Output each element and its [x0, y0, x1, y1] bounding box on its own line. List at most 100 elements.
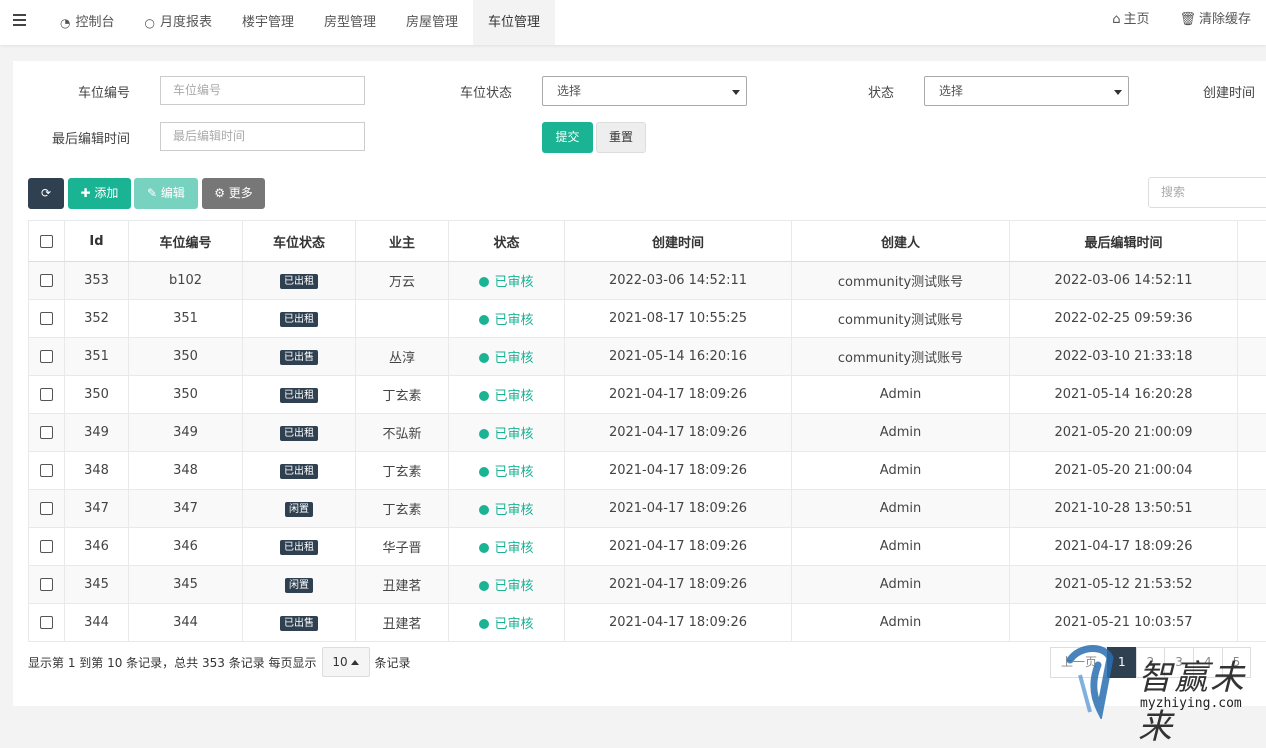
table-row[interactable]: 353b102已出租万云已审核2022-03-06 14:52:11commun… — [29, 262, 1266, 300]
status-select[interactable]: 选择 — [924, 76, 1129, 106]
tab-monthly-report[interactable]: ○月度报表 — [130, 0, 228, 45]
cell-owner: 丑建茗 — [356, 604, 449, 642]
row-checkbox[interactable] — [29, 300, 65, 338]
cell-creator: Admin — [792, 376, 1010, 414]
space-status-badge: 已出租 — [280, 540, 318, 555]
header-space-status[interactable]: 车位状态 — [243, 221, 356, 262]
cell-creator: Admin — [792, 604, 1010, 642]
header-created[interactable]: 创建时间 — [565, 221, 792, 262]
header-overflow — [1238, 221, 1266, 262]
tab-room-type[interactable]: 房型管理 — [309, 0, 391, 45]
cell-creator: Admin — [792, 452, 1010, 490]
clear-cache-link[interactable]: 🗑清除缓存 — [1164, 0, 1266, 40]
tab-building[interactable]: 楼宇管理 — [227, 0, 309, 45]
status-dot-icon — [479, 543, 489, 553]
cell-overflow — [1238, 414, 1266, 452]
tab-house[interactable]: 房屋管理 — [391, 0, 473, 45]
space-status-label: 车位状态 — [392, 82, 512, 101]
cell-status: 已审核 — [449, 338, 565, 376]
cell-status: 已审核 — [449, 262, 565, 300]
header-id[interactable]: Id — [65, 221, 129, 262]
cell-overflow — [1238, 490, 1266, 528]
submit-button[interactable]: 提交 — [542, 122, 593, 153]
caret-up-icon — [351, 660, 359, 665]
reset-button[interactable]: 重置 — [596, 122, 646, 153]
row-checkbox[interactable] — [29, 566, 65, 604]
table-row[interactable]: 352351已出租已审核2021-08-17 10:55:25community… — [29, 300, 1266, 338]
status-label: 状态 — [774, 82, 894, 101]
page-size-select[interactable]: 10 — [322, 647, 370, 677]
table-row[interactable]: 349349已出租不弘新已审核2021-04-17 18:09:26Admin2… — [29, 414, 1266, 452]
more-button[interactable]: ⚙ 更多 — [202, 178, 265, 209]
cell-status: 已审核 — [449, 604, 565, 642]
table-row[interactable]: 351350已出售丛淳已审核2021-05-14 16:20:16communi… — [29, 338, 1266, 376]
space-status-badge: 闲置 — [285, 502, 313, 517]
cell-owner: 不弘新 — [356, 414, 449, 452]
cell-space-status: 已出租 — [243, 262, 356, 300]
cell-id: 352 — [65, 300, 129, 338]
cell-space-no: 349 — [129, 414, 243, 452]
space-status-select[interactable]: 选择 — [542, 76, 747, 106]
gear-icon: ⚙ — [214, 186, 229, 200]
table-row[interactable]: 350350已出租丁玄素已审核2021-04-17 18:09:26Admin2… — [29, 376, 1266, 414]
table-row[interactable]: 345345闲置丑建茗已审核2021-04-17 18:09:26Admin20… — [29, 566, 1266, 604]
status-dot-icon — [479, 505, 489, 515]
cell-creator: Admin — [792, 490, 1010, 528]
cell-status: 已审核 — [449, 452, 565, 490]
search-input[interactable]: 搜索 — [1148, 177, 1266, 208]
edited-time-input[interactable]: 最后编辑时间 — [160, 122, 365, 151]
cell-id: 348 — [65, 452, 129, 490]
add-button[interactable]: ✚ 添加 — [68, 178, 131, 209]
cell-space-no: 345 — [129, 566, 243, 604]
table-row[interactable]: 346346已出租华子晋已审核2021-04-17 18:09:26Admin2… — [29, 528, 1266, 566]
cell-space-status: 已出租 — [243, 376, 356, 414]
watermark-logo-icon — [1060, 640, 1140, 719]
table-row[interactable]: 344344已出售丑建茗已审核2021-04-17 18:09:26Admin2… — [29, 604, 1266, 642]
cell-created: 2021-04-17 18:09:26 — [565, 528, 792, 566]
table-row[interactable]: 347347闲置丁玄素已审核2021-04-17 18:09:26Admin20… — [29, 490, 1266, 528]
header-status[interactable]: 状态 — [449, 221, 565, 262]
refresh-button[interactable]: ⟳ — [28, 178, 64, 209]
cell-owner: 丁玄素 — [356, 490, 449, 528]
row-checkbox[interactable] — [29, 338, 65, 376]
refresh-icon: ⟳ — [41, 186, 51, 200]
header-owner[interactable]: 业主 — [356, 221, 449, 262]
cell-space-no: 347 — [129, 490, 243, 528]
cell-space-status: 已出售 — [243, 338, 356, 376]
pagination-summary: 显示第 1 到第 10 条记录，总共 353 条记录 每页显示 10 条记录 — [28, 646, 411, 678]
row-checkbox[interactable] — [29, 528, 65, 566]
row-checkbox[interactable] — [29, 262, 65, 300]
caret-down-icon — [732, 90, 740, 95]
cell-id: 353 — [65, 262, 129, 300]
status-dot-icon — [479, 619, 489, 629]
tab-dashboard[interactable]: ◔控制台 — [45, 0, 130, 45]
plus-icon: ✚ — [81, 186, 95, 200]
cell-space-status: 已出租 — [243, 414, 356, 452]
row-checkbox[interactable] — [29, 452, 65, 490]
status-dot-icon — [479, 429, 489, 439]
cell-owner: 丁玄素 — [356, 452, 449, 490]
cell-owner — [356, 300, 449, 338]
row-checkbox[interactable] — [29, 376, 65, 414]
menu-toggle-icon[interactable] — [13, 14, 26, 29]
header-space-no[interactable]: 车位编号 — [129, 221, 243, 262]
cell-id: 347 — [65, 490, 129, 528]
status-dot-icon — [479, 277, 489, 287]
cell-status: 已审核 — [449, 490, 565, 528]
cell-overflow — [1238, 528, 1266, 566]
home-link[interactable]: ⌂主页 — [1097, 0, 1164, 40]
space-no-input[interactable]: 车位编号 — [160, 76, 365, 105]
cell-space-no: 344 — [129, 604, 243, 642]
table-row[interactable]: 348348已出租丁玄素已审核2021-04-17 18:09:26Admin2… — [29, 452, 1266, 490]
row-checkbox[interactable] — [29, 490, 65, 528]
space-status-badge: 已出租 — [280, 312, 318, 327]
tab-parking[interactable]: 车位管理 — [473, 0, 555, 45]
header-creator[interactable]: 创建人 — [792, 221, 1010, 262]
cell-edited: 2021-10-28 13:50:51 — [1010, 490, 1238, 528]
home-icon: ⌂ — [1112, 12, 1120, 27]
select-all-checkbox[interactable] — [29, 221, 65, 262]
row-checkbox[interactable] — [29, 414, 65, 452]
edit-button[interactable]: ✎ 编辑 — [134, 178, 198, 209]
header-edited[interactable]: 最后编辑时间 — [1010, 221, 1238, 262]
row-checkbox[interactable] — [29, 604, 65, 642]
